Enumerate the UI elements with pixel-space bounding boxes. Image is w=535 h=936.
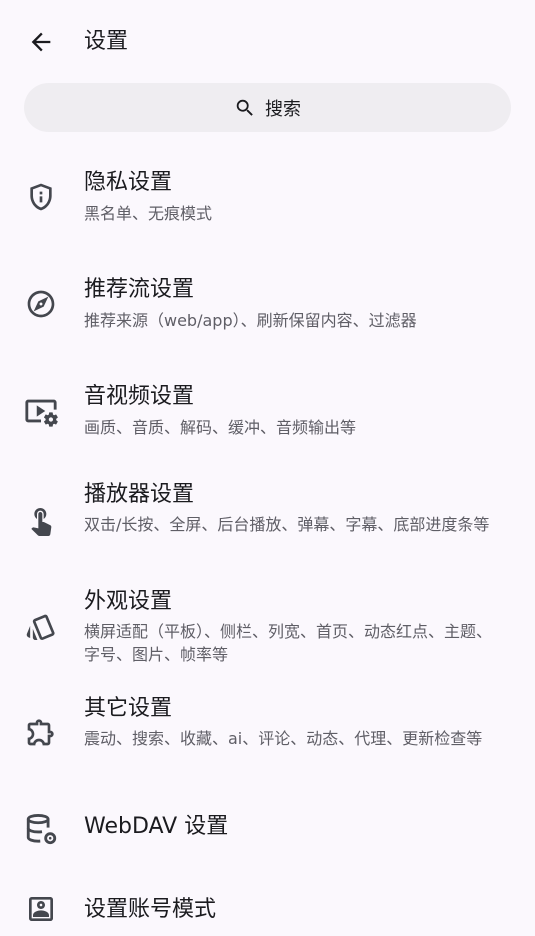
settings-item-feed[interactable]: 推荐流设置 推荐来源（web/app）、刷新保留内容、过滤器 [0, 267, 535, 357]
settings-item-subtitle: 双击/长按、全屏、后台播放、弹幕、字幕、底部进度条等 [84, 515, 490, 534]
compass-icon [22, 285, 60, 323]
arrow-back-icon [27, 28, 55, 56]
settings-item-title: 音视频设置 [84, 384, 195, 409]
style-icon [22, 608, 60, 646]
page-title: 设置 [84, 29, 129, 54]
settings-item-subtitle: 横屏适配（平板）、侧栏、列宽、首页、动态红点、主题、字号、图片、帧率等 [84, 622, 493, 664]
settings-item-title: WebDAV 设置 [84, 814, 229, 839]
settings-item-other[interactable]: 其它设置 震动、搜索、收藏、ai、评论、动态、代理、更新检查等 [0, 695, 535, 785]
search-icon [234, 97, 256, 119]
settings-item-audio-video[interactable]: 音视频设置 画质、音质、解码、缓冲、音频输出等 [0, 374, 535, 464]
account-box-icon [22, 890, 60, 928]
video-settings-icon [22, 392, 60, 430]
settings-item-subtitle: 推荐来源（web/app）、刷新保留内容、过滤器 [84, 311, 417, 330]
touch-icon [22, 501, 60, 539]
app-bar: 设置 [0, 0, 535, 84]
settings-item-account-mode[interactable]: 设置账号模式 [0, 880, 535, 936]
back-button[interactable] [18, 22, 64, 62]
search-bar[interactable]: 搜索 [24, 83, 511, 132]
settings-item-title: 推荐流设置 [84, 277, 195, 302]
extension-icon [22, 713, 60, 751]
settings-item-subtitle: 画质、音质、解码、缓冲、音频输出等 [84, 418, 357, 437]
settings-item-title: 播放器设置 [84, 482, 195, 507]
settings-item-subtitle: 震动、搜索、收藏、ai、评论、动态、代理、更新检查等 [84, 729, 483, 748]
settings-item-title: 设置账号模式 [84, 897, 217, 922]
settings-item-title: 隐私设置 [84, 170, 173, 195]
shield-icon [22, 178, 60, 216]
settings-item-subtitle: 黑名单、无痕模式 [84, 204, 213, 223]
settings-item-title: 其它设置 [84, 696, 173, 721]
settings-item-privacy[interactable]: 隐私设置 黑名单、无痕模式 [0, 160, 535, 250]
settings-item-player[interactable]: 播放器设置 双击/长按、全屏、后台播放、弹幕、字幕、底部进度条等 [0, 481, 535, 571]
settings-item-appearance[interactable]: 外观设置 横屏适配（平板）、侧栏、列宽、首页、动态红点、主题、字号、图片、帧率等 [0, 588, 535, 678]
search-label: 搜索 [265, 98, 301, 120]
database-settings-icon [22, 810, 60, 848]
settings-item-webdav[interactable]: WebDAV 设置 [0, 802, 535, 858]
settings-item-title: 外观设置 [84, 589, 173, 614]
